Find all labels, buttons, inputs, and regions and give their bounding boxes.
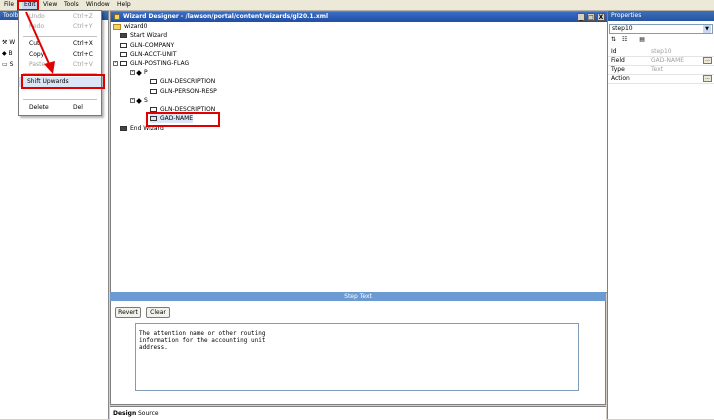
properties-title: Properties [608, 11, 714, 21]
tab-design[interactable]: Design [113, 410, 136, 417]
wizard-designer-window: Wizard Designer - /lawson/portal/content… [110, 11, 608, 293]
branch-icon [136, 97, 142, 104]
properties-panel: Properties step10 ▼ ⇅ ☷ ▤ Id step10 Field… [607, 11, 714, 419]
end-icon [120, 126, 127, 131]
folder-icon [113, 23, 121, 30]
menubar: File Edit View Tools Window Help [0, 0, 714, 11]
categorized-icon[interactable]: ☷ [622, 36, 627, 43]
menu-tools[interactable]: Tools [62, 1, 81, 9]
properties-object-select[interactable]: step10 ▼ [609, 24, 713, 34]
tree-node-gln-posting-flag[interactable]: - GLN-POSTING-FLAG [113, 59, 189, 68]
maximize-button[interactable]: □ [587, 13, 595, 21]
field-icon [120, 61, 127, 66]
menu-window[interactable]: Window [84, 1, 112, 9]
tree-node-gln-person-resp[interactable]: GLN-PERSON-RESP [150, 87, 217, 96]
chevron-down-icon[interactable]: ▼ [703, 25, 711, 33]
sort-alpha-icon[interactable]: ⇅ [611, 36, 616, 43]
step-text-editor[interactable]: The attention name or other routing info… [135, 323, 579, 391]
tree-node-gln-description[interactable]: GLN-DESCRIPTION [150, 77, 215, 86]
tree-node-branch-p[interactable]: -P [130, 68, 148, 77]
property-pages-icon[interactable]: ▤ [639, 36, 645, 43]
field-icon [120, 43, 127, 48]
close-button[interactable]: X [597, 13, 605, 21]
clear-button[interactable]: Clear [146, 307, 170, 318]
field-icon [150, 89, 157, 94]
gad-name-highlight [146, 112, 220, 127]
arrow-icon [25, 11, 55, 74]
collapse-toggle[interactable]: - [130, 70, 135, 75]
toolbox-item-w[interactable]: ⚒ W [2, 38, 15, 47]
tree-node-gln-acct-unit[interactable]: GLN-ACCT-UNIT [120, 50, 177, 59]
toolbox-item-s[interactable]: ▭ S [2, 60, 13, 69]
revert-button[interactable]: Revert [115, 307, 141, 318]
ellipsis-button[interactable]: ... [703, 57, 712, 64]
field-icon [150, 79, 157, 84]
property-row-action[interactable]: Action... [608, 74, 714, 84]
minimize-button[interactable]: _ [577, 13, 585, 21]
collapse-toggle[interactable]: - [113, 61, 118, 66]
field-icon [120, 52, 127, 57]
designer-app-icon [114, 14, 120, 20]
step-icon: ▭ [2, 61, 10, 68]
menu-separator [23, 99, 97, 100]
tree-node-gln-company[interactable]: GLN-COMPANY [120, 41, 174, 50]
tree-node-branch-s[interactable]: -S [130, 96, 148, 105]
toolbox-item-b[interactable]: ◆ B [2, 49, 13, 58]
tab-source[interactable]: Source [138, 410, 159, 417]
ellipsis-button[interactable]: ... [703, 75, 712, 82]
designer-title-text: Wizard Designer - /lawson/portal/content… [123, 13, 329, 20]
designer-titlebar: Wizard Designer - /lawson/portal/content… [111, 12, 607, 22]
tree-node-start-wizard[interactable]: Start Wizard [120, 31, 167, 40]
editor-tabs: Design Source [110, 406, 606, 420]
menu-file[interactable]: File [2, 1, 16, 9]
tree-node-wizard0[interactable]: wizard0 [113, 22, 147, 31]
menu-item-delete[interactable]: Delete Del [19, 103, 101, 113]
menu-help[interactable]: Help [115, 1, 133, 9]
branch-icon [136, 69, 142, 76]
step-text-title: Step Text [110, 292, 606, 301]
step-text-pane: Revert Clear The attention name or other… [110, 301, 606, 405]
collapse-toggle[interactable]: - [130, 98, 135, 103]
start-icon [120, 33, 127, 38]
